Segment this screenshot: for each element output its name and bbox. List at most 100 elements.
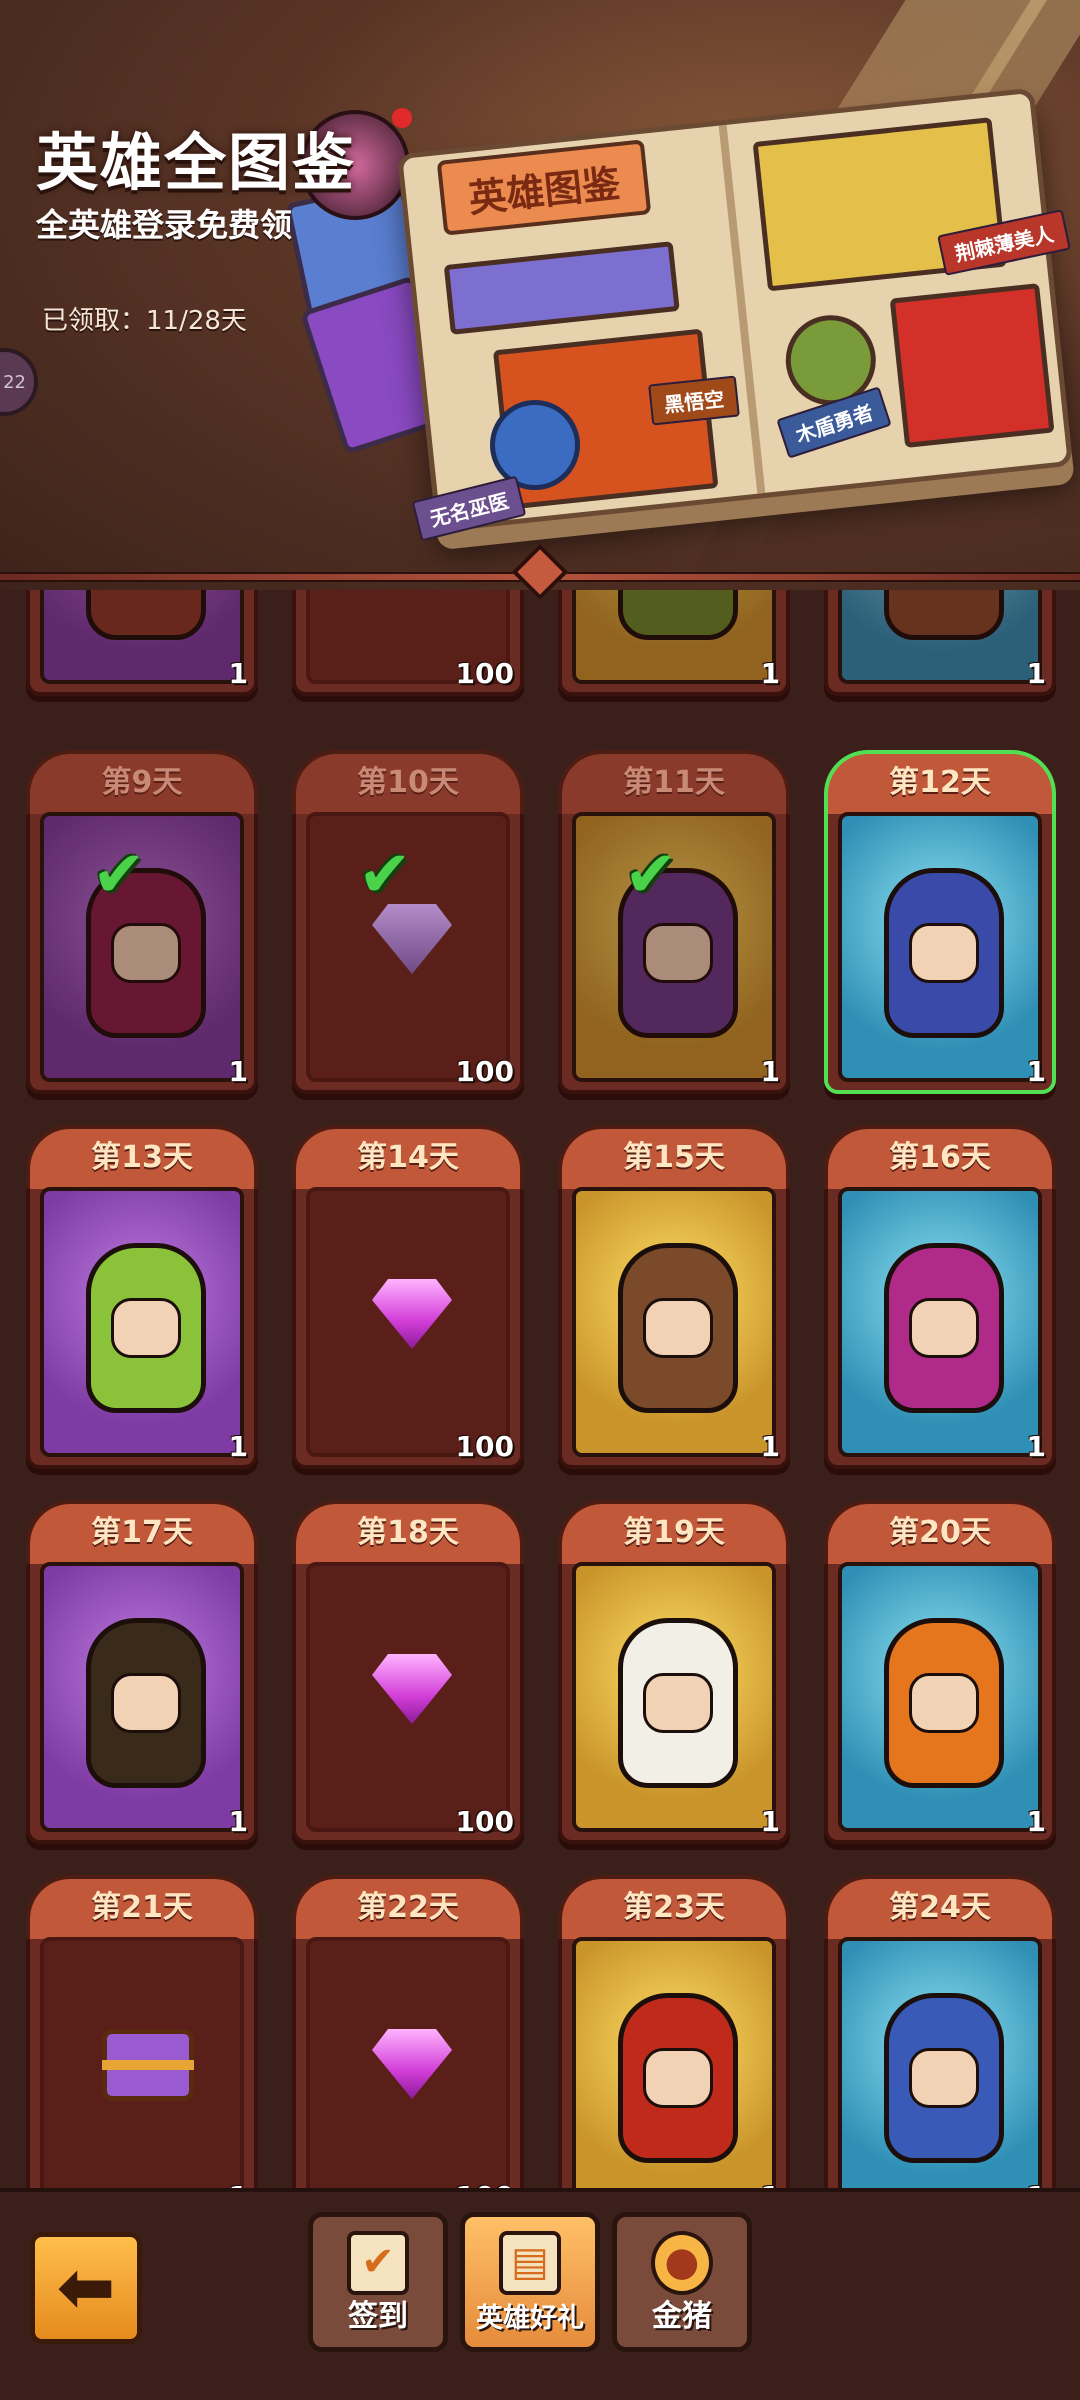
hero-art xyxy=(40,590,244,684)
reward-qty: 1 xyxy=(760,1805,780,1838)
reward-qty: 1 xyxy=(228,1430,248,1463)
hero-figure xyxy=(86,590,206,640)
day-label: 第18天 xyxy=(292,1500,524,1564)
nav-checkin-button[interactable]: ✔ 签到 xyxy=(308,2212,448,2352)
side-event-bubble[interactable]: 22 xyxy=(0,348,38,416)
nav-gold-pig-button[interactable]: ● 金猪 xyxy=(612,2212,752,2352)
notification-dot xyxy=(392,108,412,128)
reward-qty: 1 xyxy=(760,1055,780,1088)
hero-figure xyxy=(618,590,738,640)
hero-art xyxy=(572,1937,776,2190)
hero-figure xyxy=(884,1993,1004,2163)
reward-qty: 100 xyxy=(455,1055,514,1088)
reward-cell-day24[interactable]: 第24天 1 xyxy=(824,1875,1056,2190)
claimed-check-icon: ✔ xyxy=(92,838,146,912)
reward-cell[interactable]: 1 xyxy=(824,590,1056,696)
reward-cell[interactable]: 100 xyxy=(292,590,524,696)
gem-icon xyxy=(372,1654,452,1724)
hero-figure xyxy=(884,1243,1004,1413)
reward-cell-day21[interactable]: 第21天 1 xyxy=(26,1875,258,2190)
nav-label: 签到 xyxy=(348,2299,408,2334)
reward-cell-day19[interactable]: 第19天 1 xyxy=(558,1500,790,1844)
reward-qty: 100 xyxy=(455,1805,514,1838)
reward-cell-day13[interactable]: 第13天 1 xyxy=(26,1125,258,1469)
gem-icon xyxy=(372,1279,452,1349)
reward-cell-day16[interactable]: 第16天 1 xyxy=(824,1125,1056,1469)
hero-face xyxy=(643,923,713,983)
reward-qty: 1 xyxy=(1026,657,1046,690)
gem-icon xyxy=(372,904,452,974)
claimed-check-icon: ✔ xyxy=(358,838,412,912)
hero-art xyxy=(40,1187,244,1457)
reward-cell-day12[interactable]: 第12天 1 xyxy=(824,750,1056,1094)
hero-art xyxy=(838,1187,1042,1457)
reward-cell-day22[interactable]: 第22天 100 xyxy=(292,1875,524,2190)
reward-cell-day11[interactable]: 第11天 ✔ 1 xyxy=(558,750,790,1094)
reward-cell-day17[interactable]: 第17天 1 xyxy=(26,1500,258,1844)
hero-figure xyxy=(884,868,1004,1038)
hero-art xyxy=(572,590,776,684)
reward-qty: 1 xyxy=(228,1055,248,1088)
day-label: 第20天 xyxy=(824,1500,1056,1564)
day-label: 第17天 xyxy=(26,1500,258,1564)
arrow-left-icon: ⬅ xyxy=(56,2246,116,2328)
reward-cell[interactable]: 1 xyxy=(26,590,258,696)
hero-collection-banner: 英雄图鉴 无名巫医 黑悟空 木盾勇者 荆棘薄美人 英雄全图鉴 全英雄登录免费领 … xyxy=(0,0,1080,590)
hero-face xyxy=(909,1298,979,1358)
gem-art xyxy=(306,1937,510,2190)
day-label: 第21天 xyxy=(26,1875,258,1939)
side-badge-count: 22 xyxy=(3,371,26,393)
reward-qty: 1 xyxy=(1026,1055,1046,1088)
hero-face xyxy=(111,1298,181,1358)
hero-book-icon: ▤ xyxy=(499,2231,561,2295)
day-label: 第16天 xyxy=(824,1125,1056,1189)
hero-face xyxy=(909,923,979,983)
treasure-chest-icon xyxy=(102,2029,194,2101)
hero-face xyxy=(643,1673,713,1733)
back-button[interactable]: ⬅ xyxy=(30,2232,142,2344)
page-title: 英雄全图鉴 xyxy=(36,126,357,199)
hero-face xyxy=(111,923,181,983)
reward-cell-day14[interactable]: 第14天 100 xyxy=(292,1125,524,1469)
hero-face xyxy=(909,1673,979,1733)
reward-qty: 1 xyxy=(760,657,780,690)
day-label: 第24天 xyxy=(824,1875,1056,1939)
reward-grid[interactable]: 1 100 1 1 第9天 ✔ 1 第10天 ✔ 100 第11天 ✔ 1 第1… xyxy=(0,590,1080,2190)
reward-cell-day10[interactable]: 第10天 ✔ 100 xyxy=(292,750,524,1094)
day-label: 第9天 xyxy=(26,750,258,814)
hero-art xyxy=(572,1562,776,1832)
hero-art xyxy=(838,1937,1042,2190)
gem-icon xyxy=(372,2029,452,2099)
reward-qty: 100 xyxy=(455,657,514,690)
reward-qty: 1 xyxy=(228,657,248,690)
day-label: 第14天 xyxy=(292,1125,524,1189)
hero-art xyxy=(838,590,1042,684)
bottom-nav: ⬅ ✔ 签到 ▤ 英雄好礼 ● 金猪 xyxy=(0,2188,1080,2400)
nav-label: 英雄好礼 xyxy=(476,2303,584,2334)
day-label: 第11天 xyxy=(558,750,790,814)
checkin-calendar-icon: ✔ xyxy=(347,2231,409,2295)
hero-portrait-bubble xyxy=(490,400,580,490)
hero-art xyxy=(838,812,1042,1082)
reward-cell-day9[interactable]: 第9天 ✔ 1 xyxy=(26,750,258,1094)
claimed-check-icon: ✔ xyxy=(624,838,678,912)
gem-art xyxy=(306,1187,510,1457)
reward-cell-day15[interactable]: 第15天 1 xyxy=(558,1125,790,1469)
reward-cell-day18[interactable]: 第18天 100 xyxy=(292,1500,524,1844)
chest-art xyxy=(40,1937,244,2190)
hero-figure xyxy=(86,1618,206,1788)
reward-qty: 1 xyxy=(760,1430,780,1463)
nav-hero-gift-button[interactable]: ▤ 英雄好礼 xyxy=(460,2212,600,2352)
reward-cell[interactable]: 1 xyxy=(558,590,790,696)
hero-art xyxy=(838,1562,1042,1832)
day-label: 第10天 xyxy=(292,750,524,814)
reward-cell-day23[interactable]: 第23天 1 xyxy=(558,1875,790,2190)
hero-face xyxy=(643,1298,713,1358)
day-label: 第12天 xyxy=(824,750,1056,814)
hero-art xyxy=(40,1562,244,1832)
reward-qty: 1 xyxy=(1026,1805,1046,1838)
day-label: 第15天 xyxy=(558,1125,790,1189)
book-picture xyxy=(889,283,1055,448)
reward-cell-day20[interactable]: 第20天 1 xyxy=(824,1500,1056,1844)
reward-qty: 1 xyxy=(228,1805,248,1838)
